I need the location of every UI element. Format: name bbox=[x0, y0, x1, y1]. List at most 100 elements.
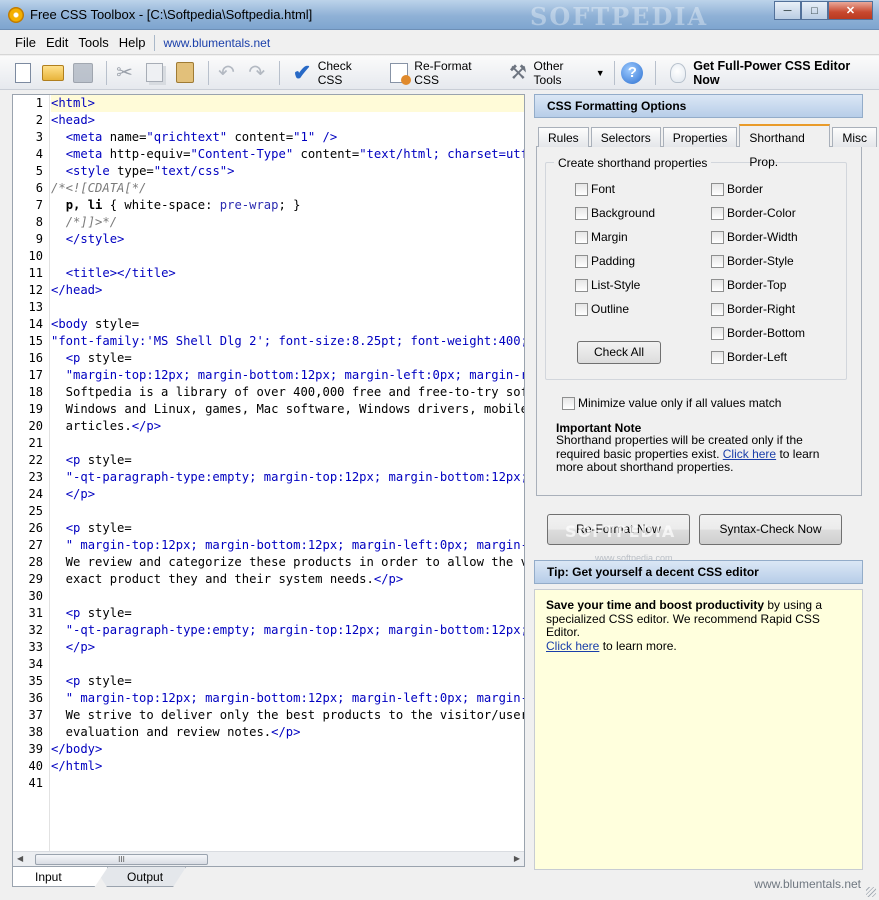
checkbox-box[interactable] bbox=[575, 182, 588, 196]
tab-rules[interactable]: Rules bbox=[538, 127, 589, 147]
horizontal-scrollbar[interactable]: ◀ III ▶ bbox=[13, 851, 524, 866]
checkbox-box[interactable] bbox=[575, 278, 588, 292]
resize-grip-icon[interactable] bbox=[866, 887, 876, 897]
code-line[interactable] bbox=[51, 299, 524, 316]
code-line[interactable]: <p style= bbox=[51, 605, 524, 622]
checkbox-box[interactable] bbox=[575, 254, 588, 268]
scrollbar-thumb[interactable]: III bbox=[35, 854, 208, 865]
code-line[interactable]: " margin-top:12px; margin-bottom:12px; m… bbox=[51, 690, 524, 707]
checkbox-minimize-value[interactable]: Minimize value only if all values match bbox=[562, 396, 781, 410]
code-line[interactable]: p, li { white-space: pre-wrap; } bbox=[51, 197, 524, 214]
checkbox-border-style[interactable]: Border-Style bbox=[711, 254, 794, 268]
code-line[interactable]: <style type="text/css"> bbox=[51, 163, 524, 180]
code-line[interactable]: <p style= bbox=[51, 520, 524, 537]
checkbox-box[interactable] bbox=[711, 326, 724, 340]
checkbox-border-bottom[interactable]: Border-Bottom bbox=[711, 326, 805, 340]
check-css-button[interactable]: ✔ Check CSS bbox=[285, 59, 382, 87]
code-line[interactable]: <title></title> bbox=[51, 265, 524, 282]
blumentals-link[interactable]: www.blumentals.net bbox=[159, 36, 270, 50]
code-line[interactable]: <meta name="qrichtext" content="1" /> bbox=[51, 129, 524, 146]
tip-click-here-link[interactable]: Click here bbox=[546, 639, 599, 653]
tab-input[interactable]: Input bbox=[12, 867, 108, 887]
check-all-button[interactable]: Check All bbox=[577, 341, 661, 364]
minimize-button[interactable]: ─ bbox=[774, 1, 801, 20]
checkbox-outline[interactable]: Outline bbox=[575, 302, 629, 316]
code-line[interactable]: <head> bbox=[51, 112, 524, 129]
save-button[interactable] bbox=[71, 60, 96, 86]
code-line[interactable]: <p style= bbox=[51, 673, 524, 690]
checkbox-border-right[interactable]: Border-Right bbox=[711, 302, 795, 316]
code-line[interactable]: </p> bbox=[51, 639, 524, 656]
checkbox-border-width[interactable]: Border-Width bbox=[711, 230, 798, 244]
code-line[interactable]: Softpedia is a library of over 400,000 f… bbox=[51, 384, 524, 401]
checkbox-box[interactable] bbox=[711, 230, 724, 244]
code-line[interactable]: </style> bbox=[51, 231, 524, 248]
redo-button[interactable]: ↷ bbox=[244, 60, 269, 86]
cut-button[interactable]: ✂ bbox=[112, 60, 137, 86]
tab-misc[interactable]: Misc bbox=[832, 127, 877, 147]
new-file-button[interactable] bbox=[10, 60, 35, 86]
scroll-left-icon[interactable]: ◀ bbox=[17, 854, 23, 863]
code-line[interactable]: " margin-top:12px; margin-bottom:12px; m… bbox=[51, 537, 524, 554]
help-button[interactable]: ? bbox=[620, 60, 645, 86]
checkbox-border-color[interactable]: Border-Color bbox=[711, 206, 796, 220]
code-line[interactable]: <p style= bbox=[51, 452, 524, 469]
code-line[interactable] bbox=[51, 503, 524, 520]
code-line[interactable]: </body> bbox=[51, 741, 524, 758]
code-editor[interactable]: 1 2 3 4 5 6 7 8 9 10 11 12 13 14 15 16 17 18 19 20 21 22 23 24 2… bbox=[12, 94, 525, 867]
code-area[interactable]: <html> <head> <meta name="qrichtext" cont… bbox=[51, 95, 524, 853]
get-editor-button[interactable]: Get Full-Power CSS Editor Now bbox=[661, 59, 879, 87]
tab-selectors[interactable]: Selectors bbox=[590, 127, 661, 147]
note-click-here-link[interactable]: Click here bbox=[723, 447, 776, 461]
code-line[interactable]: "font-family:'MS Shell Dlg 2'; font-size… bbox=[51, 333, 524, 350]
code-line[interactable] bbox=[51, 435, 524, 452]
code-line[interactable]: </html> bbox=[51, 758, 524, 775]
checkbox-border-top[interactable]: Border-Top bbox=[711, 278, 786, 292]
code-line[interactable]: exact product they and their system need… bbox=[51, 571, 524, 588]
code-line[interactable]: </p> bbox=[51, 486, 524, 503]
menu-file[interactable]: File bbox=[10, 35, 41, 50]
code-line[interactable]: /*]]>*/ bbox=[51, 214, 524, 231]
code-line[interactable]: "-qt-paragraph-type:empty; margin-top:12… bbox=[51, 469, 524, 486]
checkbox-margin[interactable]: Margin bbox=[575, 230, 628, 244]
code-line[interactable]: "-qt-paragraph-type:empty; margin-top:12… bbox=[51, 622, 524, 639]
syntax-check-now-button[interactable]: Syntax-Check Now bbox=[699, 514, 842, 545]
checkbox-box[interactable] bbox=[711, 350, 724, 364]
undo-button[interactable]: ↶ bbox=[214, 60, 239, 86]
reformat-css-button[interactable]: Re-Format CSS bbox=[382, 59, 501, 87]
paste-button[interactable] bbox=[173, 60, 198, 86]
code-line[interactable]: <body style= bbox=[51, 316, 524, 333]
code-line[interactable] bbox=[51, 656, 524, 673]
code-line[interactable]: articles.</p> bbox=[51, 418, 524, 435]
menu-tools[interactable]: Tools bbox=[73, 35, 113, 50]
code-line[interactable]: We strive to deliver only the best produ… bbox=[51, 707, 524, 724]
checkbox-box[interactable] bbox=[575, 230, 588, 244]
checkbox-font[interactable]: Font bbox=[575, 182, 615, 196]
code-line[interactable]: <meta http-equiv="Content-Type" content=… bbox=[51, 146, 524, 163]
code-line[interactable]: </head> bbox=[51, 282, 524, 299]
checkbox-border[interactable]: Border bbox=[711, 182, 763, 196]
open-file-button[interactable] bbox=[40, 60, 65, 86]
tab-properties[interactable]: Properties bbox=[662, 127, 738, 147]
checkbox-padding[interactable]: Padding bbox=[575, 254, 635, 268]
checkbox-box[interactable] bbox=[575, 206, 588, 220]
code-line[interactable] bbox=[51, 588, 524, 605]
menu-help[interactable]: Help bbox=[114, 35, 151, 50]
checkbox-box[interactable] bbox=[711, 302, 724, 316]
code-line[interactable]: "margin-top:12px; margin-bottom:12px; ma… bbox=[51, 367, 524, 384]
checkbox-list-style[interactable]: List-Style bbox=[575, 278, 640, 292]
checkbox-box[interactable] bbox=[711, 254, 724, 268]
menu-edit[interactable]: Edit bbox=[41, 35, 73, 50]
reformat-now-button[interactable]: Re-Format Now bbox=[547, 514, 690, 545]
checkbox-box[interactable] bbox=[575, 302, 588, 316]
code-line[interactable]: We review and categorize these products … bbox=[51, 554, 524, 571]
copy-button[interactable] bbox=[142, 60, 167, 86]
tab-shorthand-prop[interactable]: Shorthand Prop. bbox=[739, 124, 831, 169]
code-line[interactable]: evaluation and review notes.</p> bbox=[51, 724, 524, 741]
checkbox-box[interactable] bbox=[711, 182, 724, 196]
maximize-button[interactable]: □ bbox=[801, 1, 828, 20]
code-line[interactable] bbox=[51, 775, 524, 792]
code-line[interactable]: <html> bbox=[51, 95, 524, 112]
other-tools-button[interactable]: ⚒ Other Tools ▼ bbox=[501, 59, 608, 87]
checkbox-border-left[interactable]: Border-Left bbox=[711, 350, 787, 364]
